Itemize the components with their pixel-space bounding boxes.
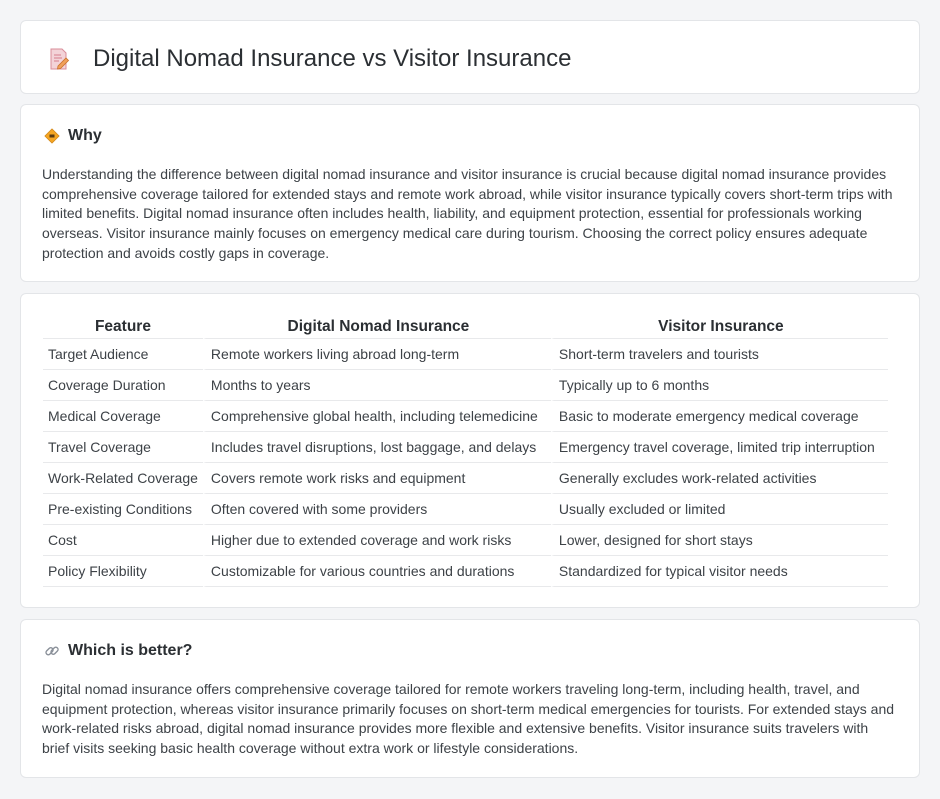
table-cell: Generally excludes work-related activiti… [550, 463, 888, 494]
table-cell: Remote workers living abroad long-term [202, 339, 551, 370]
table-cell: Often covered with some providers [202, 494, 551, 525]
title-card: Digital Nomad Insurance vs Visitor Insur… [20, 20, 920, 94]
column-header: Feature [43, 316, 203, 339]
table-cell: Higher due to extended coverage and work… [202, 525, 551, 556]
table-cell: Medical Coverage [43, 401, 203, 432]
why-section: Why Understanding the difference between… [20, 104, 920, 282]
comparison-section: Feature Digital Nomad Insurance Visitor … [20, 293, 920, 608]
table-cell: Short-term travelers and tourists [550, 339, 888, 370]
why-heading: Why [68, 127, 102, 144]
page-title: Digital Nomad Insurance vs Visitor Insur… [93, 45, 572, 72]
which-is-better-section: Which is better? Digital nomad insurance… [20, 619, 920, 778]
link-icon [43, 642, 61, 660]
table-cell: Lower, designed for short stays [550, 525, 888, 556]
table-row: Medical Coverage Comprehensive global he… [43, 401, 888, 432]
table-header-row: Feature Digital Nomad Insurance Visitor … [43, 316, 888, 339]
better-text: Digital nomad insurance offers comprehen… [42, 681, 895, 757]
table-cell: Covers remote work risks and equipment [202, 463, 551, 494]
column-header: Visitor Insurance [550, 316, 888, 339]
column-header: Digital Nomad Insurance [202, 316, 551, 339]
diamond-warning-icon [43, 127, 61, 145]
table-cell: Coverage Duration [43, 370, 203, 401]
table-cell: Usually excluded or limited [550, 494, 888, 525]
table-cell: Cost [43, 525, 203, 556]
document-pencil-icon [48, 47, 70, 71]
table-cell: Basic to moderate emergency medical cove… [550, 401, 888, 432]
table-cell: Policy Flexibility [43, 556, 203, 587]
table-row: Target Audience Remote workers living ab… [43, 339, 888, 370]
table-cell: Travel Coverage [43, 432, 203, 463]
table-cell: Pre-existing Conditions [43, 494, 203, 525]
table-cell: Comprehensive global health, including t… [202, 401, 551, 432]
table-row: Pre-existing Conditions Often covered wi… [43, 494, 888, 525]
table-row: Work-Related Coverage Covers remote work… [43, 463, 888, 494]
comparison-table: Feature Digital Nomad Insurance Visitor … [43, 316, 888, 587]
why-text: Understanding the difference between dig… [42, 166, 893, 261]
table-cell: Target Audience [43, 339, 203, 370]
table-cell: Months to years [202, 370, 551, 401]
better-heading: Which is better? [68, 642, 193, 659]
table-row: Cost Higher due to extended coverage and… [43, 525, 888, 556]
table-cell: Customizable for various countries and d… [202, 556, 551, 587]
table-cell: Includes travel disruptions, lost baggag… [202, 432, 551, 463]
table-row: Policy Flexibility Customizable for vari… [43, 556, 888, 587]
table-cell: Work-Related Coverage [43, 463, 203, 494]
table-row: Travel Coverage Includes travel disrupti… [43, 432, 888, 463]
table-row: Coverage Duration Months to years Typica… [43, 370, 888, 401]
table-cell: Emergency travel coverage, limited trip … [550, 432, 888, 463]
table-cell: Standardized for typical visitor needs [550, 556, 888, 587]
table-cell: Typically up to 6 months [550, 370, 888, 401]
